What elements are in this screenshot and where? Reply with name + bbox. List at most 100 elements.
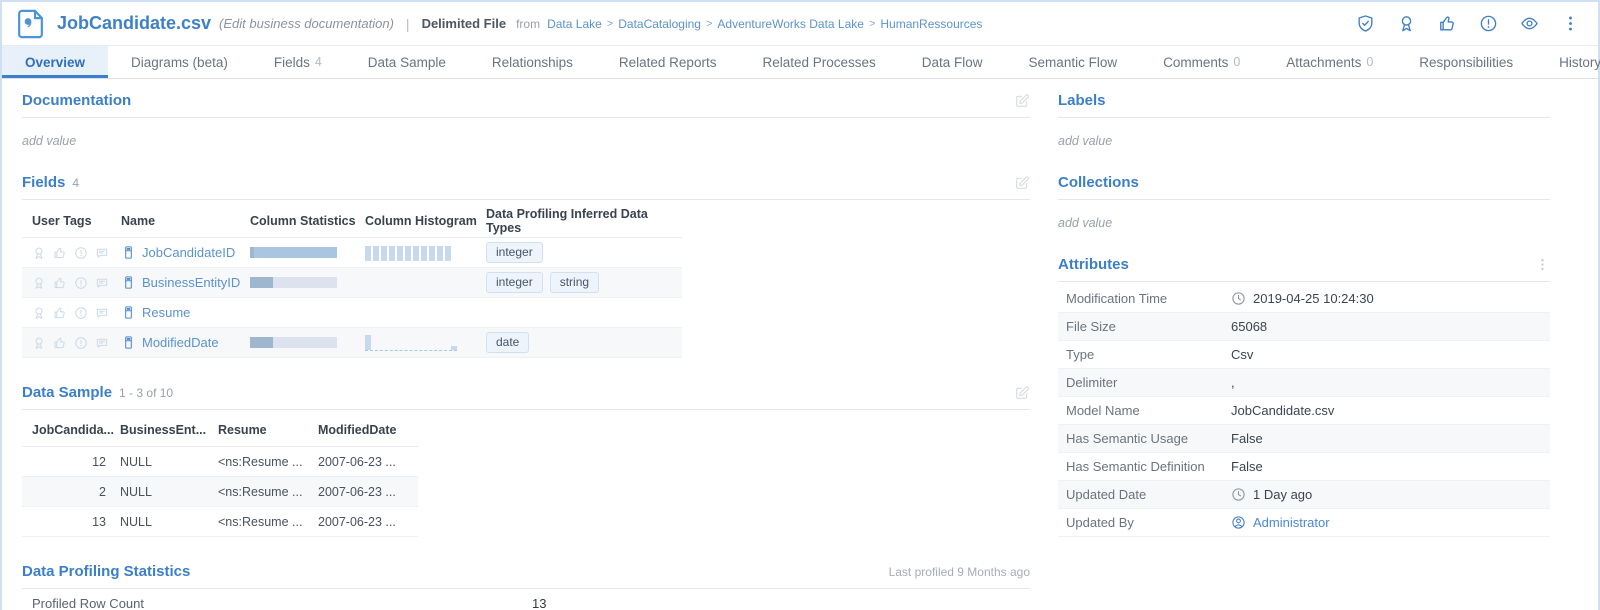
tab-related-processes[interactable]: Related Processes [739,46,898,78]
histogram-bar [451,346,457,350]
left-column: Documentation add value Fields 4 User Ta… [22,92,1030,610]
comment-icon[interactable] [95,336,109,350]
statistics-bar [250,247,337,258]
column-statistics-cell [250,247,365,258]
tab-data-flow[interactable]: Data Flow [899,46,1006,78]
attribute-value-text: 2019-04-25 10:24:30 [1253,291,1374,306]
collections-section: Collections add value [1058,174,1550,230]
sample-cell: 2 [32,485,120,499]
statistics-bar [250,277,337,288]
certification-icon[interactable] [32,306,46,320]
tab-diagrams-beta[interactable]: Diagrams (beta) [108,46,251,78]
breadcrumb-link-datacataloging[interactable]: DataCataloging [618,17,701,31]
tab-semantic-flow[interactable]: Semantic Flow [1006,46,1141,78]
data-sample-table: JobCandida...BusinessEnt...ResumeModifie… [22,414,418,537]
field-name-link[interactable]: ModifiedDate [142,335,219,350]
field-name-link[interactable]: Resume [142,305,190,320]
histogram-bar [445,246,451,261]
attribute-value-text: 65068 [1231,319,1267,334]
certification-icon[interactable] [32,336,46,350]
breadcrumb-link-data-lake[interactable]: Data Lake [547,17,602,31]
profiling-header: Data Profiling Statistics Last profiled … [22,563,1030,589]
attribute-value: Csv [1231,347,1550,362]
field-name-cell: ModifiedDate [121,335,250,350]
breadcrumb-link-adventureworks-data-lake[interactable]: AdventureWorks Data Lake [717,17,864,31]
alert-circle-icon[interactable] [74,306,88,320]
tab-label: Relationships [492,55,573,70]
comment-icon[interactable] [95,276,109,290]
comment-icon[interactable] [95,246,109,260]
tab-history[interactable]: History0 [1536,46,1600,78]
inferred-types-cell: integerstring [486,272,682,293]
attribute-value-text: False [1231,459,1263,474]
attribute-value-text: , [1231,375,1235,390]
sample-column-header-businessent: BusinessEnt... [120,423,218,437]
documentation-placeholder[interactable]: add value [22,134,1030,148]
thumbs-up-icon[interactable] [53,246,67,260]
alert-circle-icon[interactable] [74,276,88,290]
comment-icon[interactable] [95,306,109,320]
sample-cell: <ns:Resume ... [218,515,318,529]
clock-icon [1231,291,1246,306]
alert-circle-icon[interactable] [1479,14,1498,33]
attribute-row-has-semantic-usage: Has Semantic UsageFalse [1058,425,1550,453]
tab-data-sample[interactable]: Data Sample [345,46,469,78]
tab-label: Comments [1163,55,1228,70]
field-name-link[interactable]: JobCandidateID [142,245,235,260]
histogram-bar [429,246,435,261]
collections-placeholder[interactable]: add value [1058,216,1550,230]
profiling-row: Profiled Row Count13 [22,589,1030,610]
edit-documentation-link[interactable]: (Edit business documentation) [219,16,394,31]
attribute-value-link[interactable]: Administrator [1253,515,1330,530]
tab-fields[interactable]: Fields4 [251,46,345,78]
certification-icon[interactable] [1397,14,1416,33]
alert-circle-icon[interactable] [74,246,88,260]
collections-title: Collections [1058,174,1139,191]
tab-overview[interactable]: Overview [2,46,108,78]
clock-icon [1231,487,1246,502]
tab-comments[interactable]: Comments 0 [1140,46,1263,78]
thumbs-up-icon[interactable] [53,276,67,290]
attribute-value-text: 1 Day ago [1253,487,1312,502]
thumbs-up-icon[interactable] [1438,14,1457,33]
field-row-businessentityid: BusinessEntityID integerstring [22,268,682,298]
edit-icon[interactable] [1014,385,1030,401]
certification-icon[interactable] [32,276,46,290]
tab-responsibilities[interactable]: Responsibilities [1396,46,1536,78]
shield-check-icon[interactable] [1356,14,1375,33]
alert-circle-icon[interactable] [74,336,88,350]
attribute-label: Delimiter [1066,375,1231,390]
breadcrumb-link-humanressources[interactable]: HumanRessources [880,17,982,31]
field-name-link[interactable]: BusinessEntityID [142,275,240,290]
eye-icon[interactable] [1520,14,1539,33]
labels-header: Labels [1058,92,1550,118]
attributes-section: Attributes Modification Time2019-04-25 1… [1058,256,1550,537]
profiling-section: Data Profiling Statistics Last profiled … [22,563,1030,610]
attribute-value: False [1231,459,1550,474]
documentation-header: Documentation [22,92,1030,118]
type-badge-integer: integer [486,272,543,293]
column-histogram-cell [365,245,486,261]
certification-icon[interactable] [32,246,46,260]
data-sample-header: Data Sample 1 - 3 of 10 [22,384,1030,410]
sample-cell: 2007-06-23 ... [318,455,418,469]
edit-icon[interactable] [1014,93,1030,109]
tab-attachments[interactable]: Attachments0 [1263,46,1396,78]
thumbs-up-icon[interactable] [53,336,67,350]
tab-related-reports[interactable]: Related Reports [596,46,740,78]
tab-relationships[interactable]: Relationships [469,46,596,78]
fields-table: User TagsNameColumn StatisticsColumn His… [22,204,682,358]
tab-count: 0 [1233,55,1240,69]
bar-segment [250,337,273,348]
kebab-menu-icon[interactable] [1535,257,1550,272]
fields-table-header: User TagsNameColumn StatisticsColumn His… [22,204,682,238]
attribute-row-updated-date: Updated Date1 Day ago [1058,481,1550,509]
thumbs-up-icon[interactable] [53,306,67,320]
attribute-label: Updated By [1066,515,1231,530]
attribute-label: File Size [1066,319,1231,334]
documentation-title: Documentation [22,92,131,109]
kebab-icon[interactable] [1561,14,1580,33]
user-circle-icon [1231,515,1246,530]
edit-icon[interactable] [1014,175,1030,191]
labels-placeholder[interactable]: add value [1058,134,1550,148]
